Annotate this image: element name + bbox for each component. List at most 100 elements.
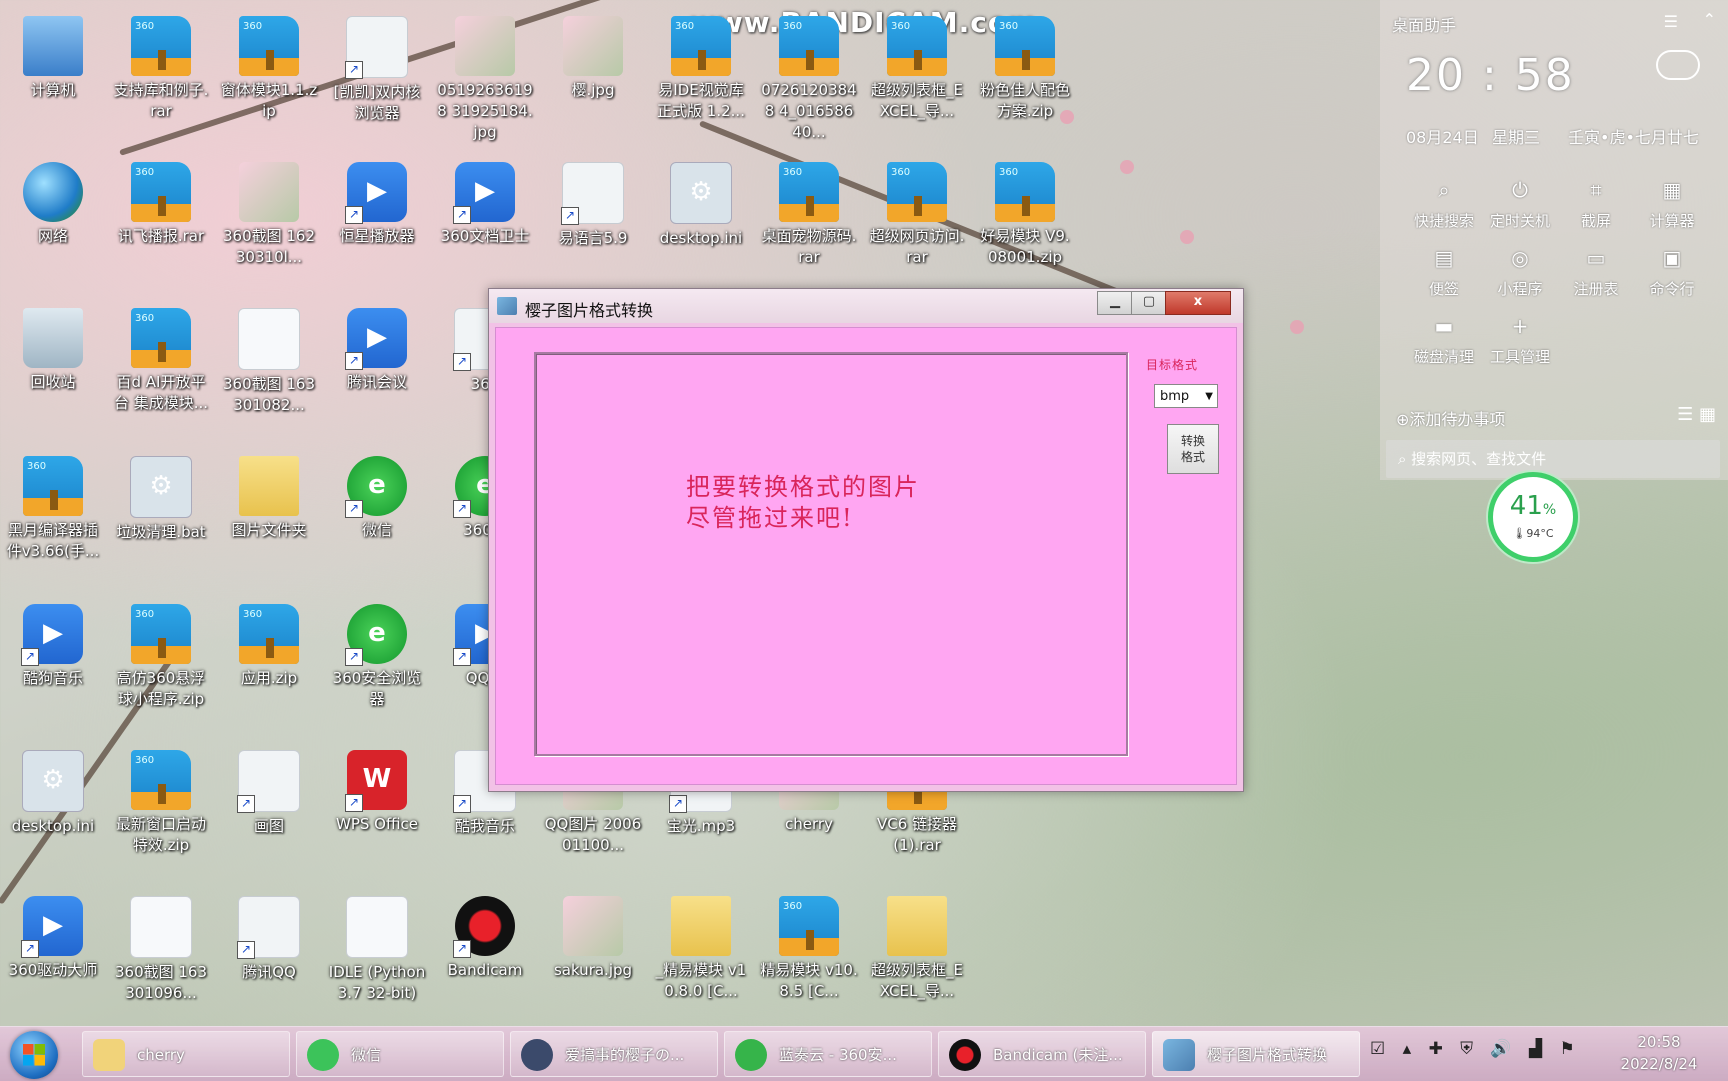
timed-shutdown-tool[interactable]: ⏻ 定时关机 xyxy=(1480,178,1560,231)
desktop-icon[interactable]: 360 超级网页访问.rar xyxy=(868,152,966,292)
maximize-button[interactable]: ▢ xyxy=(1131,291,1167,315)
desktop-icon[interactable]: 360 超级列表框_EXCEL_导... xyxy=(868,6,966,146)
taskbar-item-converter[interactable]: 樱子图片格式转换 xyxy=(1152,1031,1360,1077)
desktop-icon[interactable]: 05192636198 31925184.jpg xyxy=(436,6,534,146)
desktop-icon[interactable]: 360 好易模块 V9.08001.zip xyxy=(976,152,1074,292)
checkbox-tray-icon[interactable]: ☑ xyxy=(1370,1039,1385,1059)
window-titlebar[interactable]: 樱子图片格式转换 ▁ ▢ x xyxy=(489,289,1243,323)
desktop-icon[interactable]: 超级列表框_EXCEL_导... xyxy=(868,886,966,1026)
desktop-icon[interactable]: ↗ 画图 xyxy=(220,740,318,880)
desktop-icon-label: Bandicam xyxy=(447,961,523,979)
widget-search-input[interactable]: ⌕ 搜索网页、查找文件 xyxy=(1386,440,1720,478)
desktop-icon[interactable]: 360 百d AI开放平台 集成模块... xyxy=(112,298,210,438)
quick-search-tool[interactable]: ⌕ 快捷搜索 xyxy=(1404,178,1484,231)
desktop-icon-label: 樱.jpg xyxy=(571,81,615,99)
taskbar-clock[interactable]: 20:58 2022/8/24 xyxy=(1604,1031,1714,1075)
drop-hint-text: 把要转换格式的图片 尽管拖过来吧! xyxy=(686,472,920,534)
desktop-icon[interactable]: _精易模块 v10.8.0 [C... xyxy=(652,886,750,1026)
menu-icon[interactable]: ☰ xyxy=(1664,12,1678,31)
registry-tool[interactable]: ▭ 注册表 xyxy=(1556,246,1636,299)
desktop-icon[interactable]: 360 粉色佳人配色方案.zip xyxy=(976,6,1074,146)
desktop-icon[interactable]: 360 桌面宠物源码.rar xyxy=(760,152,858,292)
desktop-icon-label: 计算机 xyxy=(30,81,76,99)
desktop-icon[interactable]: 360 易IDE视觉库正式版 1.2... xyxy=(652,6,750,146)
taskbar-item-lanzou-360[interactable]: 蓝奏云 - 360安... xyxy=(724,1031,932,1077)
desktop-icon[interactable]: ↗ [凯凯]双内核浏览器 xyxy=(328,6,426,146)
desktop-icon[interactable]: W ↗ WPS Office xyxy=(328,740,426,880)
command-line-tool[interactable]: ▣ 命令行 xyxy=(1632,246,1712,299)
image-drop-zone[interactable]: 把要转换格式的图片 尽管拖过来吧! xyxy=(534,352,1128,756)
screenshot-tool[interactable]: ⌗ 截屏 xyxy=(1556,178,1636,231)
desktop-icon-label: 粉色佳人配色方案.zip xyxy=(979,81,1070,120)
memory-accelerator-ball[interactable]: 41% 🌡94°C xyxy=(1488,472,1578,562)
close-button[interactable]: x xyxy=(1165,291,1231,315)
desktop-icon[interactable]: 360 讯飞播报.rar xyxy=(112,152,210,292)
notes-tool[interactable]: ▤ 便签 xyxy=(1404,246,1484,299)
convert-format-button[interactable]: 转换 格式 xyxy=(1167,424,1219,474)
desktop-icon[interactable]: ⚙ desktop.ini xyxy=(4,740,102,880)
shortcut-arrow-icon: ↗ xyxy=(237,941,255,959)
desktop-icon[interactable]: 计算机 xyxy=(4,6,102,146)
desktop-icon[interactable]: 360 窗体模块1.1.zip xyxy=(220,6,318,146)
desktop-icon[interactable]: ↗ 腾讯QQ xyxy=(220,886,318,1026)
desktop-icon[interactable]: 360 精易模块 v10.8.5 [C... xyxy=(760,886,858,1026)
desktop-icon[interactable]: sakura.jpg xyxy=(544,886,642,1026)
taskbar-item-cherry[interactable]: cherry xyxy=(82,1031,290,1077)
note-icon: ▤ xyxy=(1434,246,1454,270)
photo-file-icon xyxy=(239,162,299,222)
desktop-icon-label: 超级网页访问.rar xyxy=(869,227,965,266)
qr-code-icon[interactable]: ▦ xyxy=(1699,404,1716,425)
cloud-weather-icon[interactable] xyxy=(1656,50,1700,80)
desktop-icon[interactable]: 360 黑月编译器插件v3.66(手... xyxy=(4,446,102,586)
desktop-icon[interactable]: e ↗ 360安全浏览器 xyxy=(328,594,426,734)
tool-management[interactable]: + 工具管理 xyxy=(1480,314,1560,367)
start-button[interactable] xyxy=(10,1031,58,1079)
desktop-icon-label: 360截图 163301096... xyxy=(114,963,208,1002)
360-tray-icon[interactable]: ✚ xyxy=(1429,1039,1443,1059)
collapse-icon[interactable]: ⌃ xyxy=(1703,10,1716,29)
desktop-icon[interactable]: 网络 xyxy=(4,152,102,292)
target-format-select[interactable]: bmp ▼ xyxy=(1154,384,1218,408)
desktop-icon[interactable]: ▶ ↗ 腾讯会议 xyxy=(328,298,426,438)
desktop-icon[interactable]: 360 07261203848 4_01658640... xyxy=(760,6,858,146)
desktop-icon[interactable]: 360 最新窗口启动特效.zip xyxy=(112,740,210,880)
desktop-icon[interactable]: ⚙ desktop.ini xyxy=(652,152,750,292)
desktop-icon[interactable]: ↗ 易语言5.9 xyxy=(544,152,642,292)
taskbar-item-wechat[interactable]: 微信 xyxy=(296,1031,504,1077)
desktop-icon[interactable]: 360截图 16230310l... xyxy=(220,152,318,292)
plus-icon: + xyxy=(1511,314,1529,338)
desktop-icon[interactable]: ▶ ↗ 360文档卫士 xyxy=(436,152,534,292)
chevron-up-icon[interactable]: ▴ xyxy=(1403,1039,1412,1059)
flag-icon[interactable]: ⚑ xyxy=(1559,1039,1574,1059)
desktop-icon[interactable]: e ↗ 微信 xyxy=(328,446,426,586)
zip-file-icon: 360 xyxy=(131,750,191,810)
network-signal-icon[interactable]: ▟ xyxy=(1529,1039,1542,1059)
desktop-icon[interactable]: 360 支持库和例子.rar xyxy=(112,6,210,146)
desktop-icon[interactable]: 360截图 163301082... xyxy=(220,298,318,438)
desktop-icon[interactable]: ▶ ↗ 360驱动大师 xyxy=(4,886,102,1026)
desktop-icon[interactable]: 樱.jpg xyxy=(544,6,642,146)
todo-list-icon[interactable]: ☰ xyxy=(1677,404,1693,425)
desktop-icon[interactable]: 图片文件夹 xyxy=(220,446,318,586)
minimize-button[interactable]: ▁ xyxy=(1097,291,1133,315)
taskbar-item-bandicam[interactable]: Bandicam (未注... xyxy=(938,1031,1146,1077)
add-todo-link[interactable]: ⊕添加待办事项 xyxy=(1396,406,1505,430)
calculator-tool[interactable]: ▦ 计算器 xyxy=(1632,178,1712,231)
desktop-icon[interactable]: ↗ Bandicam xyxy=(436,886,534,1026)
taskbar-item-browser-profile[interactable]: 爱搞事的樱子の... xyxy=(510,1031,718,1077)
desktop-icon[interactable]: 360 高仿360悬浮球小程序.zip xyxy=(112,594,210,734)
desktop-icon[interactable]: IDLE (Python 3.7 32-bit) xyxy=(328,886,426,1026)
desktop-icon[interactable]: 360 应用.zip xyxy=(220,594,318,734)
desktop-icon[interactable]: 回收站 xyxy=(4,298,102,438)
disk-cleanup-tool[interactable]: ▬ 磁盘清理 xyxy=(1404,314,1484,367)
thermometer-icon: 🌡 xyxy=(1512,527,1527,540)
desktop-icon-label: IDLE (Python 3.7 32-bit) xyxy=(328,963,426,1002)
zip-file-icon: 360 xyxy=(887,162,947,222)
mini-program-tool[interactable]: ◎ 小程序 xyxy=(1480,246,1560,299)
desktop-icon[interactable]: ▶ ↗ 恒星播放器 xyxy=(328,152,426,292)
volume-icon[interactable]: 🔊 xyxy=(1490,1039,1511,1059)
desktop-icon[interactable]: ▶ ↗ 酷狗音乐 xyxy=(4,594,102,734)
security-tray-icon[interactable]: ⛨ xyxy=(1460,1039,1473,1059)
desktop-icon[interactable]: 360截图 163301096... xyxy=(112,886,210,1026)
desktop-icon[interactable]: ⚙ 垃圾清理.bat xyxy=(112,446,210,586)
